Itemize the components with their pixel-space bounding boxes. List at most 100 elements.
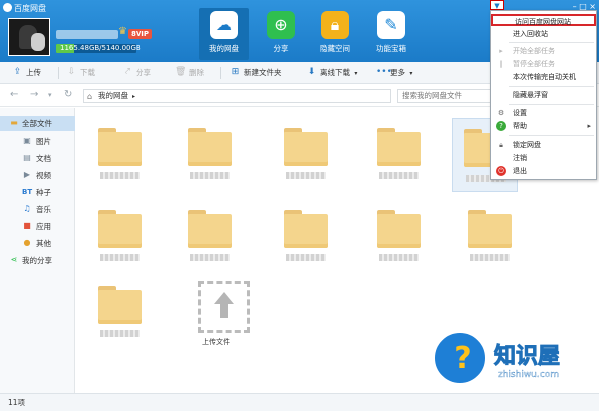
exit-icon: ⏻ — [496, 166, 506, 176]
username-blurred[interactable] — [56, 30, 118, 39]
crown-icon: ♛ — [118, 26, 127, 37]
new-folder-button[interactable]: ⊞ 新建文件夹 — [230, 66, 282, 80]
folder-item[interactable] — [369, 122, 429, 188]
chevron-down-icon: ▾ — [354, 70, 358, 77]
folder-icon — [98, 128, 142, 166]
share-icon: ⤤ — [124, 67, 131, 77]
sidebar-item-torrents[interactable]: BT 种子 — [0, 185, 75, 200]
folder-icon — [188, 210, 232, 248]
watermark: ? 知识屋 zhishiwu.com — [432, 330, 597, 392]
sidebar-item-images[interactable]: ▣ 图片 — [0, 134, 75, 149]
folder-item[interactable] — [90, 280, 150, 346]
lock-icon: 🔒︎ — [499, 141, 503, 149]
other-icon: ● — [23, 238, 31, 247]
settings-icon: ⚙ — [497, 109, 505, 117]
item-count: 11项 — [8, 398, 26, 407]
menu-item-lock[interactable]: 🔒︎ 锁定网盘 — [491, 139, 596, 151]
folder-icon: ▬ — [10, 118, 18, 127]
folder-icon — [98, 286, 142, 324]
sidebar-item-my-shares[interactable]: ⋖ 我的分享 — [0, 253, 75, 268]
sidebar-item-videos[interactable]: ▶ 视频 — [0, 168, 75, 183]
bt-icon: BT — [22, 188, 33, 196]
document-icon: ▤ — [23, 153, 31, 162]
folder-icon — [377, 128, 421, 166]
vip-badge[interactable]: 8VIP — [128, 29, 153, 39]
folder-name-blurred — [100, 254, 140, 261]
tools-icon: ✎ — [377, 11, 405, 39]
menu-item-settings[interactable]: ⚙ 设置 — [491, 107, 596, 119]
upload-button[interactable]: ⇪ 上传 — [12, 66, 41, 80]
share-button[interactable]: ⤤ 分享 — [122, 66, 151, 80]
watermark-title: 知识屋 — [493, 344, 561, 370]
cloud-icon: ☁ — [210, 11, 238, 39]
folder-item[interactable] — [180, 204, 240, 270]
menu-item-recycle-bin[interactable]: 进入回收站 — [491, 28, 596, 40]
menu-item-visit-website[interactable]: 访问百度网盘网站 — [491, 14, 596, 26]
folder-item[interactable] — [180, 122, 240, 188]
folder-item[interactable] — [276, 122, 336, 188]
share-icon: ⋖ — [10, 255, 18, 264]
menu-item-start-all[interactable]: ▸ 开始全部任务 — [491, 45, 596, 57]
folder-icon — [98, 210, 142, 248]
history-dropdown-icon[interactable]: ▾ — [48, 91, 52, 99]
avatar[interactable] — [8, 18, 50, 56]
main-menu-dropdown: 访问百度网盘网站 进入回收站 ▸ 开始全部任务 ‖ 暂停全部任务 本次传输完自动… — [490, 10, 597, 180]
menu-item-hide-float[interactable]: 隐藏悬浮窗 — [491, 89, 596, 101]
watermark-url: zhishiwu.com — [498, 370, 559, 380]
menu-item-pause-all[interactable]: ‖ 暂停全部任务 — [491, 58, 596, 70]
sidebar-item-music[interactable]: ♫ 音乐 — [0, 202, 75, 217]
help-icon: ? — [496, 121, 506, 131]
tab-hidden-space[interactable]: 🔒︎ 隐藏空间 — [310, 8, 360, 60]
chevron-right-icon[interactable]: ▸ — [132, 93, 135, 100]
more-icon: ••• — [376, 67, 392, 77]
upload-file-tile[interactable] — [198, 281, 250, 333]
lock-icon: 🔒︎ — [321, 11, 349, 39]
refresh-icon[interactable]: ↻ — [64, 89, 72, 100]
trash-icon: 🗑︎ — [175, 67, 187, 77]
folder-name-blurred — [470, 254, 510, 261]
video-icon: ▶ — [23, 170, 31, 179]
menu-dropdown-button[interactable]: ▼ — [490, 0, 504, 10]
forward-arrow-icon[interactable]: → — [30, 89, 38, 100]
watermark-logo-icon: ? — [432, 330, 488, 386]
upload-arrow-icon — [214, 292, 234, 318]
offline-download-button[interactable]: ⬇ 离线下载 ▾ — [306, 66, 358, 80]
menu-item-exit[interactable]: ⏻ 退出 — [491, 165, 596, 177]
download-button[interactable]: ⇩ 下载 — [66, 66, 95, 80]
folder-item[interactable] — [276, 204, 336, 270]
music-icon: ♫ — [23, 204, 31, 213]
folder-item[interactable] — [90, 204, 150, 270]
upload-file-label[interactable]: 上传文件 — [202, 337, 230, 347]
download-icon: ⇩ — [67, 67, 76, 77]
menu-item-auto-shutdown[interactable]: 本次传输完自动关机 — [491, 71, 596, 83]
back-arrow-icon[interactable]: ← — [10, 89, 18, 100]
tab-my-disk[interactable]: ☁ 我的网盘 — [199, 8, 249, 60]
home-icon[interactable]: ⌂ — [87, 91, 92, 103]
folder-icon — [377, 210, 421, 248]
sidebar-item-documents[interactable]: ▤ 文档 — [0, 151, 75, 166]
breadcrumb[interactable]: ⌂ 我的网盘 ▸ — [83, 89, 391, 103]
sidebar-item-other[interactable]: ● 其他 — [0, 236, 75, 251]
menu-item-logout[interactable]: 注销 — [491, 152, 596, 164]
new-folder-icon: ⊞ — [231, 67, 240, 77]
chevron-down-icon: ▾ — [409, 70, 413, 77]
folder-name-blurred — [286, 172, 326, 179]
search-input[interactable]: 搜索我的网盘文件 — [397, 89, 495, 103]
play-icon: ▸ — [499, 47, 503, 55]
delete-button[interactable]: 🗑︎ 删除 — [175, 66, 204, 80]
app-icon: ■ — [23, 221, 31, 230]
tab-share[interactable]: ⊕ 分享 — [256, 8, 306, 60]
folder-item[interactable] — [369, 204, 429, 270]
more-button[interactable]: ••• 更多 ▾ — [376, 66, 412, 80]
sidebar-item-apps[interactable]: ■ 应用 — [0, 219, 75, 234]
folder-icon — [284, 210, 328, 248]
folder-item[interactable] — [90, 122, 150, 188]
folder-name-blurred — [379, 254, 419, 261]
tab-toolbox[interactable]: ✎ 功能宝箱 — [366, 8, 416, 60]
folder-icon — [468, 210, 512, 248]
sidebar-item-all-files[interactable]: ▬ 全部文件 — [0, 116, 75, 131]
folder-icon — [188, 128, 232, 166]
menu-item-help[interactable]: ? 帮助 ▸ — [491, 120, 596, 132]
folder-name-blurred — [379, 172, 419, 179]
folder-item[interactable] — [460, 204, 520, 270]
